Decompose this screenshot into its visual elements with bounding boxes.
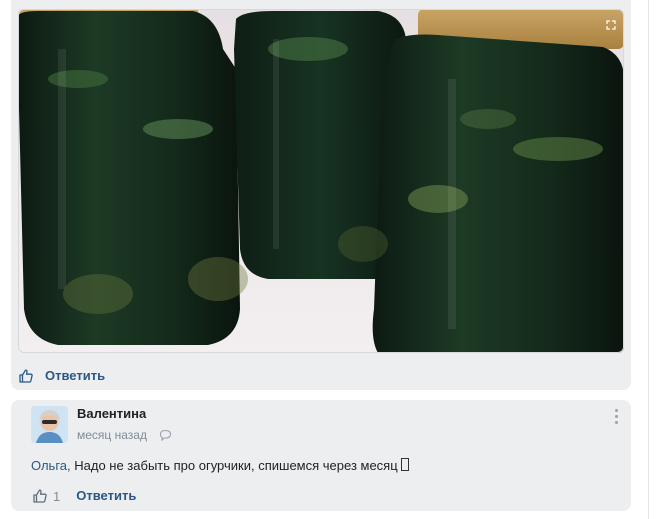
comment-text: Ольга, Надо не забыть про огурчики, спиш… bbox=[31, 458, 409, 474]
thumbs-up-icon bbox=[33, 489, 47, 503]
right-sidebar-edge bbox=[648, 0, 662, 519]
comment-body: Надо не забыть про огурчики, спишемся че… bbox=[70, 458, 398, 473]
like-count: 1 bbox=[53, 488, 61, 504]
like-button[interactable] bbox=[17, 367, 35, 385]
comment-author[interactable]: Валентина bbox=[77, 406, 146, 422]
comment-bubble-icon[interactable] bbox=[159, 429, 172, 441]
comment-meta: месяц назад bbox=[77, 428, 172, 442]
avatar-image bbox=[31, 406, 68, 443]
thumbs-up-icon bbox=[19, 369, 33, 383]
post-actions: Ответить bbox=[17, 366, 105, 386]
comment-card: Валентина месяц назад Ольга, Надо не заб… bbox=[11, 400, 631, 511]
avatar[interactable] bbox=[31, 406, 68, 443]
photo-comment-card: Ответить bbox=[11, 0, 631, 390]
pickled-cucumbers-photo bbox=[18, 9, 624, 353]
emoji-placeholder-icon bbox=[400, 458, 409, 471]
fullscreen-icon[interactable] bbox=[606, 20, 616, 30]
comment-actions: 1 Ответить bbox=[31, 487, 136, 505]
attached-photo[interactable] bbox=[18, 9, 624, 353]
comment-reply-button[interactable]: Ответить bbox=[76, 487, 136, 505]
more-vertical-icon[interactable] bbox=[609, 406, 623, 426]
mention-link[interactable]: Ольга, bbox=[31, 458, 71, 473]
comment-like-button[interactable] bbox=[31, 487, 49, 505]
reply-button[interactable]: Ответить bbox=[45, 367, 105, 385]
comment-time[interactable]: месяц назад bbox=[77, 428, 147, 442]
